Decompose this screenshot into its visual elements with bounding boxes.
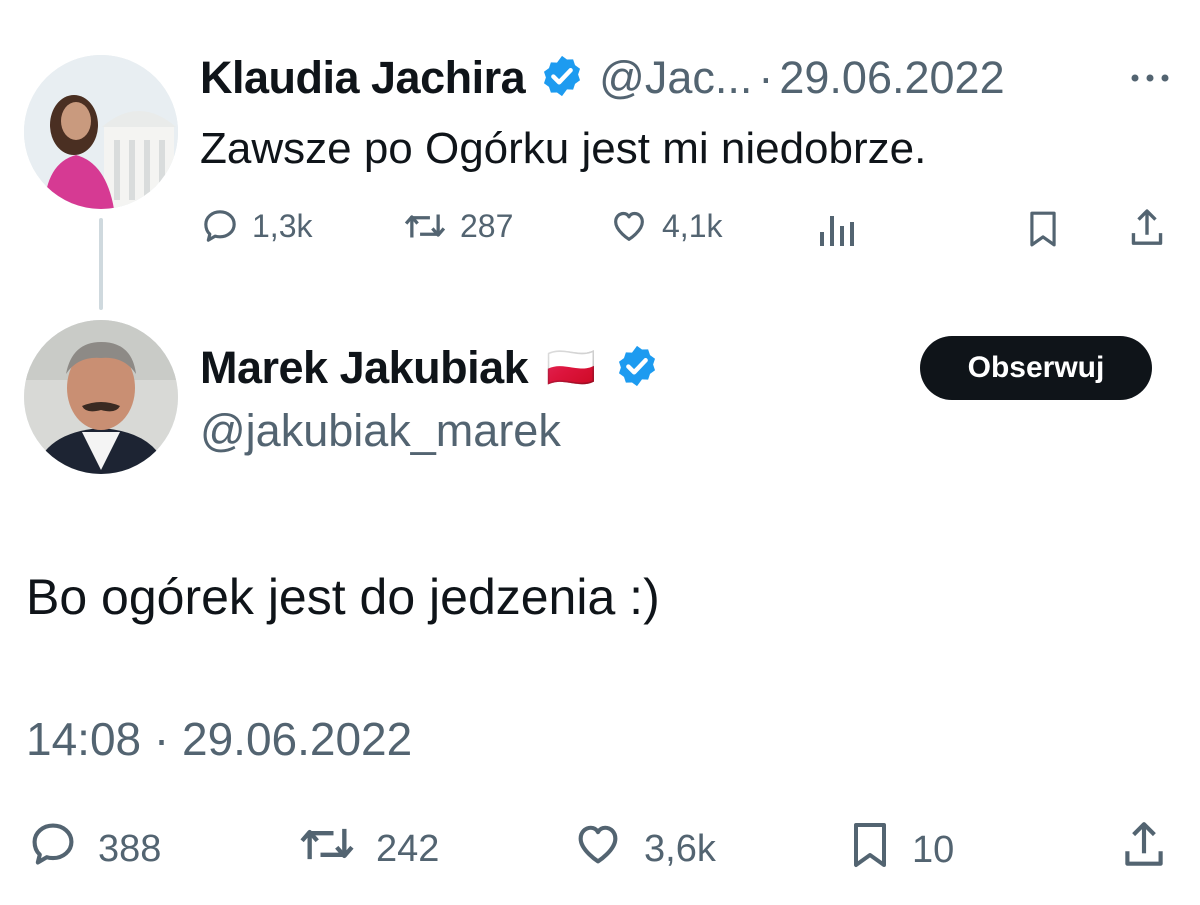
tweet-date[interactable]: 29.06.2022 [779,52,1004,104]
reply-icon [26,818,80,880]
like-action[interactable]: 4,1k [608,206,722,246]
reply-action[interactable]: 1,3k [200,206,312,246]
reply-bookmark-action[interactable]: 10 [846,818,954,882]
reply-count: 1,3k [252,207,313,244]
original-tweet-text: Zawsze po Ogórku jest mi niedobrze. [200,124,927,173]
verified-badge-icon [539,53,585,104]
bookmark-icon [846,818,894,882]
views-analytics-icon[interactable] [818,212,858,253]
bookmark-icon[interactable] [1024,208,1062,255]
reply-verified-badge-icon [614,343,660,394]
reply-reply-count: 388 [98,827,162,870]
reply-author-name[interactable]: Marek Jakubiak [200,342,529,394]
header-separator: · [758,52,774,103]
reply-reply-action[interactable]: 388 [26,818,161,880]
reply-retweet-action[interactable]: 242 [296,818,439,880]
like-count: 4,1k [662,207,723,244]
reply-icon [200,206,240,246]
reply-like-count: 3,6k [644,827,716,870]
heart-icon [570,818,626,880]
retweet-icon [296,818,358,880]
avatar-marek-jakubiak[interactable] [24,320,178,474]
reply-author-row: Marek Jakubiak 🇵🇱 [200,338,660,398]
reply-like-action[interactable]: 3,6k [570,818,716,880]
original-tweet-header: Klaudia Jachira @Jac... · 29.06.2022 [200,50,1005,106]
retweet-icon [402,206,448,246]
reply-bookmark-count: 10 [912,828,955,871]
heart-icon [608,206,650,246]
reply-tweet-text: Bo ogórek jest do jedzenia :) [26,569,660,625]
reply-timestamp[interactable]: 14:08 · 29.06.2022 [26,712,412,766]
retweet-count: 287 [460,207,514,244]
thread-connector-line [99,218,103,310]
follow-button[interactable]: Obserwuj [920,336,1152,400]
share-icon[interactable] [1126,206,1168,255]
author-name[interactable]: Klaudia Jachira [200,52,526,104]
retweet-action[interactable]: 287 [402,206,513,246]
poland-flag-emoji: 🇵🇱 [546,346,597,390]
avatar-klaudia-jachira[interactable] [24,55,178,209]
author-handle[interactable]: @Jac... [599,52,752,104]
reply-retweet-count: 242 [376,827,440,870]
reply-author-handle[interactable]: @jakubiak_marek [200,405,561,457]
more-options-icon[interactable] [1128,68,1172,93]
reply-share-icon[interactable] [1118,818,1170,877]
